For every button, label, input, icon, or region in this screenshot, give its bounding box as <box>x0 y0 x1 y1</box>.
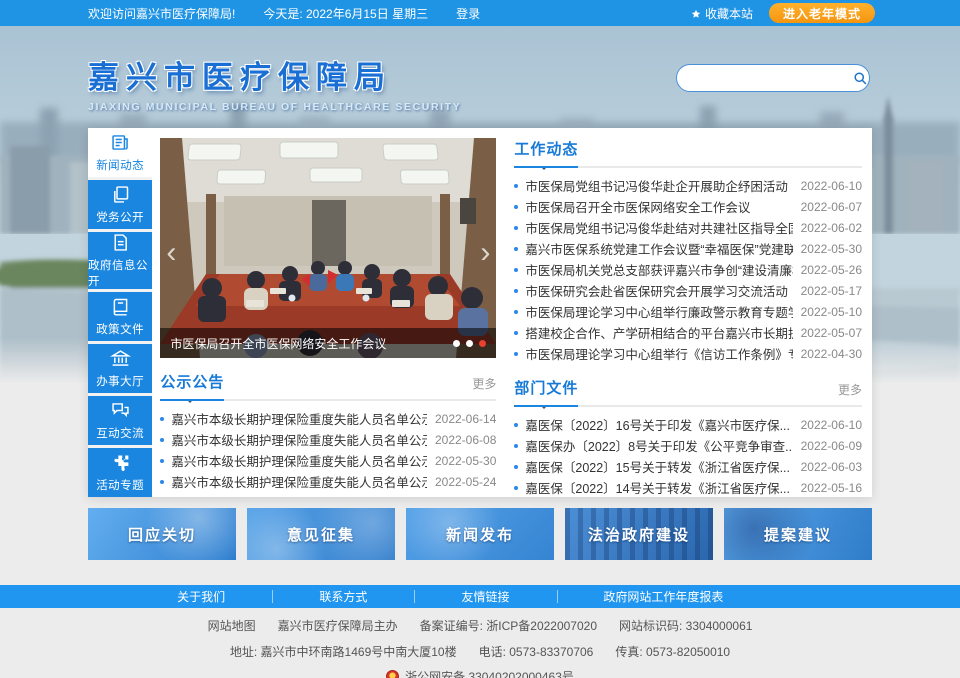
list-item[interactable]: 嘉兴市本级长期护理保险重度失能人员名单公示 (2...2022-05-30 <box>160 450 496 471</box>
sidebar-item-label: 互动交流 <box>96 425 144 441</box>
meeting-photo <box>160 138 496 358</box>
sidebar-item-label: 办事大厅 <box>96 373 144 389</box>
sidebar-item-policy-docs[interactable]: 政策文件 <box>88 292 152 341</box>
elder-mode-button[interactable]: 进入老年模式 <box>769 3 875 23</box>
carousel-dot[interactable] <box>466 340 473 347</box>
list-item[interactable]: 搭建校企合作、产学研相结合的平台嘉兴市长期护理...2022-05-07 <box>514 322 862 343</box>
work-news-section: 工作动态 市医保局党组书记冯俊华赴企开展助企纾困活动2022-06-10 市医保… <box>514 138 862 364</box>
page: 欢迎访问嘉兴市医疗保障局! 今天是: 2022年6月15日 星期三 登录 收藏本… <box>0 0 960 678</box>
footer-info: 网站地图 嘉兴市医疗保障局主办 备案证编号: 浙ICP备2022007020 网… <box>0 608 960 678</box>
quick-links-row: 回应关切 意见征集 新闻发布 法治政府建设 提案建议 <box>88 508 872 560</box>
phone-text: 电话: 0573-83370706 <box>479 643 594 660</box>
search-input[interactable] <box>677 71 852 85</box>
list-item[interactable]: 嘉兴市本级长期护理保险重度失能人员名单公示 (2...2022-06-08 <box>160 429 496 450</box>
announcements-section: 公示公告 更多 嘉兴市本级长期护理保险重度失能人员名单公示 (2...2022-… <box>160 371 496 492</box>
list-item[interactable]: 市医保局理论学习中心组举行《信访工作条例》专题...2022-04-30 <box>514 343 862 364</box>
carousel-dot[interactable] <box>453 340 460 347</box>
department-docs-section: 部门文件 更多 嘉医保〔2022〕16号关于印发《嘉兴市医疗保...2022-0… <box>514 377 862 498</box>
list-item[interactable]: 嘉兴市本级长期护理保险重度失能人员名单公示 (2...2022-05-24 <box>160 471 496 492</box>
site-title: 嘉兴市医疗保障局 JIAXING MUNICIPAL BUREAU OF HEA… <box>88 52 461 113</box>
carousel-caption: 市医保局召开全市医保网络安全工作会议 <box>170 335 453 352</box>
sidebar-item-label: 党务公开 <box>96 209 144 225</box>
quick-link-opinion-collect[interactable]: 意见征集 <box>247 508 395 560</box>
announcements-title: 公示公告 <box>160 371 224 392</box>
footer-nav-annual-report[interactable]: 政府网站工作年度报表 <box>557 588 770 605</box>
quick-link-rule-of-law[interactable]: 法治政府建设 <box>565 508 713 560</box>
sidebar: 新闻动态 党务公开 政府信息公开 政策文件 办事大厅 互动交流 <box>88 128 152 497</box>
announcements-more-link[interactable]: 更多 <box>472 375 496 392</box>
site-title-cn: 嘉兴市医疗保障局 <box>88 52 461 97</box>
carousel-dot-active[interactable] <box>479 340 486 347</box>
service-hall-icon <box>110 348 131 369</box>
list-item[interactable]: 市医保局召开全市医保网络安全工作会议2022-06-07 <box>514 196 862 217</box>
sidebar-item-interaction[interactable]: 互动交流 <box>88 396 152 445</box>
search-icon <box>853 71 868 86</box>
list-item[interactable]: 市医保研究会赴省医保研究会开展学习交流活动2022-05-17 <box>514 280 862 301</box>
footer-nav-contact[interactable]: 联系方式 <box>272 588 414 605</box>
footer-nav-about[interactable]: 关于我们 <box>130 588 272 605</box>
carousel-prev-icon[interactable]: ‹ <box>160 235 182 271</box>
public-security-badge-icon <box>386 670 399 678</box>
department-docs-more-link[interactable]: 更多 <box>838 381 862 398</box>
interaction-icon <box>110 400 131 421</box>
party-affairs-icon <box>110 184 131 205</box>
site-title-en: JIAXING MUNICIPAL BUREAU OF HEALTHCARE S… <box>88 101 461 113</box>
fax-text: 传真: 0573-82050010 <box>615 643 730 660</box>
quick-link-proposal[interactable]: 提案建议 <box>724 508 872 560</box>
welcome-text: 欢迎访问嘉兴市医疗保障局! <box>88 5 235 22</box>
search-button[interactable] <box>852 65 869 91</box>
right-column: 工作动态 市医保局党组书记冯俊华赴企开展助企纾困活动2022-06-10 市医保… <box>514 128 862 497</box>
list-item[interactable]: 嘉医保办〔2022〕8号关于印发《公平竞争审查...2022-06-09 <box>514 435 862 456</box>
list-item[interactable]: 嘉医保〔2022〕14号关于转发《浙江省医疗保...2022-05-16 <box>514 477 862 498</box>
sidebar-item-label: 政策文件 <box>96 321 144 337</box>
list-item[interactable]: 市医保局党组书记冯俊华赴企开展助企纾困活动2022-06-10 <box>514 175 862 196</box>
login-link[interactable]: 登录 <box>456 5 480 22</box>
activity-icon <box>110 452 131 473</box>
carousel-next-icon[interactable]: › <box>474 235 496 271</box>
content-card: 新闻动态 党务公开 政府信息公开 政策文件 办事大厅 互动交流 <box>88 128 872 497</box>
list-item[interactable]: 嘉医保〔2022〕16号关于印发《嘉兴市医疗保...2022-06-10 <box>514 414 862 435</box>
star-icon <box>691 9 701 19</box>
sidebar-item-label: 政府信息公开 <box>88 257 152 289</box>
today-date: 今天是: 2022年6月15日 星期三 <box>263 5 428 22</box>
gov-info-icon <box>110 232 131 253</box>
policy-doc-icon <box>110 296 131 317</box>
sidebar-item-label: 活动专题 <box>96 477 144 493</box>
footer-nav-links[interactable]: 友情链接 <box>414 588 556 605</box>
sitemap-link[interactable]: 网站地图 <box>208 617 256 634</box>
list-item[interactable]: 市医保局机关党总支部获评嘉兴市争创“建设清廉机...2022-05-26 <box>514 259 862 280</box>
top-bar: 欢迎访问嘉兴市医疗保障局! 今天是: 2022年6月15日 星期三 登录 收藏本… <box>0 0 960 26</box>
quick-link-respond[interactable]: 回应关切 <box>88 508 236 560</box>
security-record-text: 浙公网安备 33040202000463号 <box>405 668 574 678</box>
favorite-link[interactable]: 收藏本站 <box>691 5 753 22</box>
work-news-title: 工作动态 <box>514 138 578 159</box>
middle-column: ‹ › 市医保局召开全市医保网络安全工作会议 公示公告 更多 <box>160 128 496 497</box>
sidebar-item-label: 新闻动态 <box>96 157 144 173</box>
list-item[interactable]: 嘉兴市医保系统党建工作会议暨“幸福医保”党建联...2022-05-30 <box>514 238 862 259</box>
list-item[interactable]: 嘉医保〔2022〕15号关于转发《浙江省医疗保...2022-06-03 <box>514 456 862 477</box>
search-box <box>676 64 870 92</box>
list-item[interactable]: 市医保局党组书记冯俊华赴结对共建社区指导全国文...2022-06-02 <box>514 217 862 238</box>
carousel-dots <box>453 340 486 347</box>
host-text: 嘉兴市医疗保障局主办 <box>278 617 398 634</box>
sidebar-item-party-affairs[interactable]: 党务公开 <box>88 180 152 229</box>
sidebar-item-news[interactable]: 新闻动态 <box>88 128 152 177</box>
sidebar-item-service-hall[interactable]: 办事大厅 <box>88 344 152 393</box>
news-carousel[interactable]: ‹ › 市医保局召开全市医保网络安全工作会议 <box>160 138 496 358</box>
list-item[interactable]: 市医保局理论学习中心组举行廉政警示教育专题学习...2022-05-10 <box>514 301 862 322</box>
list-item[interactable]: 嘉兴市本级长期护理保险重度失能人员名单公示 (2...2022-06-14 <box>160 408 496 429</box>
sidebar-item-activities[interactable]: 活动专题 <box>88 448 152 497</box>
news-icon <box>110 132 131 153</box>
site-code-text: 网站标识码: 3304000061 <box>619 617 752 634</box>
quick-link-news-release[interactable]: 新闻发布 <box>406 508 554 560</box>
footer-nav-bar: 关于我们 联系方式 友情链接 政府网站工作年度报表 <box>0 585 960 608</box>
icp-text: 备案证编号: 浙ICP备2022007020 <box>420 617 597 634</box>
department-docs-title: 部门文件 <box>514 377 578 398</box>
address-text: 地址: 嘉兴市中环南路1469号中南大厦10楼 <box>230 643 457 660</box>
sidebar-item-gov-info[interactable]: 政府信息公开 <box>88 232 152 289</box>
carousel-caption-bar: 市医保局召开全市医保网络安全工作会议 <box>160 328 496 358</box>
